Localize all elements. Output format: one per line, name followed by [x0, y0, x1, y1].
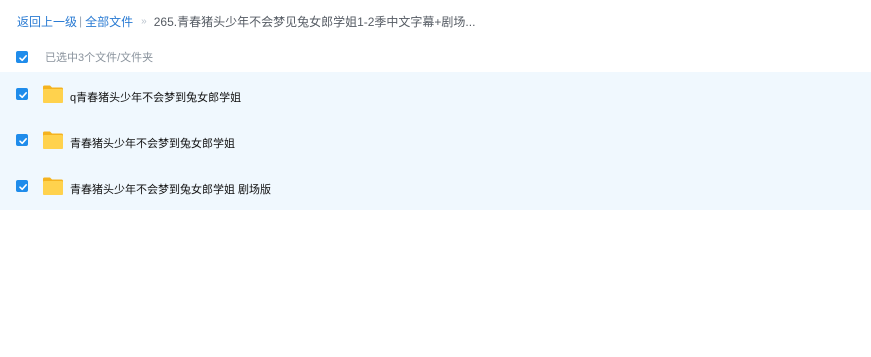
select-all-checkbox[interactable] [16, 51, 28, 63]
file-name[interactable]: 青春猪头少年不会梦到兔女郎学姐 剧场版 [70, 181, 271, 197]
breadcrumb-separator: » [141, 15, 147, 27]
current-folder-label: 265.青春猪头少年不会梦见兔女郎学姐1-2季中文字幕+剧场... [153, 14, 476, 29]
checkmark-icon [19, 138, 27, 145]
checkmark-icon [19, 55, 27, 62]
folder-icon [43, 131, 63, 149]
file-name[interactable]: q青春猪头少年不会梦到兔女郎学姐 [70, 89, 241, 105]
file-name[interactable]: 青春猪头少年不会梦到兔女郎学姐 [70, 135, 235, 151]
breadcrumb-divider: | [79, 14, 83, 28]
file-list: q青春猪头少年不会梦到兔女郎学姐 青春猪头少年不会梦到兔女郎学姐 青春猪头少年不… [0, 72, 871, 210]
file-row[interactable]: 青春猪头少年不会梦到兔女郎学姐 [0, 118, 871, 164]
folder-icon [43, 177, 63, 195]
all-files-link[interactable]: 全部文件 [85, 13, 133, 30]
file-row[interactable]: 青春猪头少年不会梦到兔女郎学姐 剧场版 [0, 164, 871, 210]
folder-icon [43, 85, 63, 103]
file-checkbox[interactable] [16, 88, 28, 100]
breadcrumb: 返回上一级 | 全部文件 » 265.青春猪头少年不会梦见兔女郎学姐1-2季中文… [17, 13, 475, 29]
checkmark-icon [19, 92, 27, 99]
selection-summary: 已选中3个文件/文件夹 [45, 52, 154, 64]
file-row[interactable]: q青春猪头少年不会梦到兔女郎学姐 [0, 72, 871, 118]
checkmark-icon [19, 184, 27, 191]
back-link[interactable]: 返回上一级 [17, 13, 77, 30]
file-checkbox[interactable] [16, 134, 28, 146]
file-checkbox[interactable] [16, 180, 28, 192]
selection-bar: 已选中3个文件/文件夹 [0, 46, 871, 68]
